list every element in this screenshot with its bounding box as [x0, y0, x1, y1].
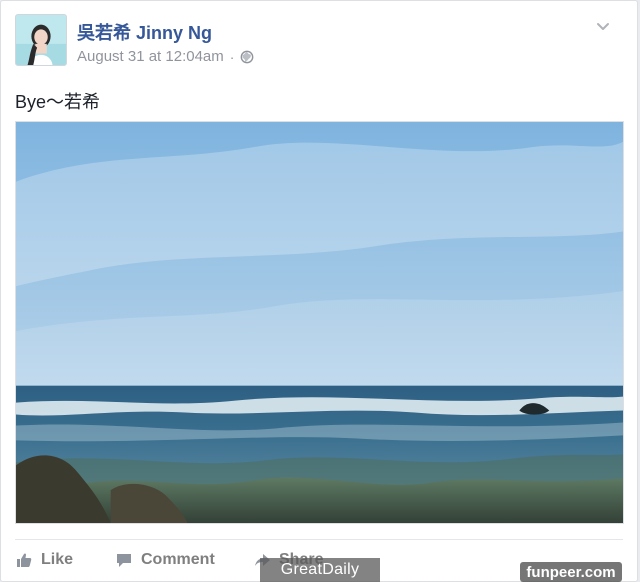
- globe-icon[interactable]: [240, 50, 254, 64]
- comment-label: Comment: [141, 551, 215, 568]
- comment-icon: [117, 554, 131, 567]
- chevron-down-icon: [597, 23, 609, 30]
- watermark-funpeer: funpeer.com: [520, 562, 622, 582]
- like-button[interactable]: Like: [15, 547, 73, 573]
- comment-button[interactable]: Comment: [115, 547, 215, 573]
- author-name-link[interactable]: 吳若希 Jinny Ng: [77, 19, 212, 45]
- seascape-photo: [16, 122, 623, 523]
- post-header: 吳若希 Jinny Ng August 31 at 12:04am ·: [15, 14, 625, 70]
- post-timestamp-link[interactable]: August 31 at 12:04am: [77, 48, 224, 65]
- thumbs-up-icon: [17, 553, 32, 567]
- post-meta: August 31 at 12:04am ·: [77, 48, 254, 65]
- post-card: 吳若希 Jinny Ng August 31 at 12:04am · Bye～…: [0, 0, 638, 582]
- actions-divider: [15, 539, 623, 540]
- like-label: Like: [41, 551, 74, 568]
- avatar-image: [16, 15, 66, 65]
- post-options-button[interactable]: [591, 14, 615, 38]
- meta-separator: ·: [229, 48, 235, 65]
- post-status-text: Bye～若希: [15, 92, 101, 112]
- post-photo[interactable]: [15, 121, 624, 524]
- watermark-greatdaily: GreatDaily: [260, 558, 380, 582]
- author-avatar[interactable]: [15, 14, 67, 66]
